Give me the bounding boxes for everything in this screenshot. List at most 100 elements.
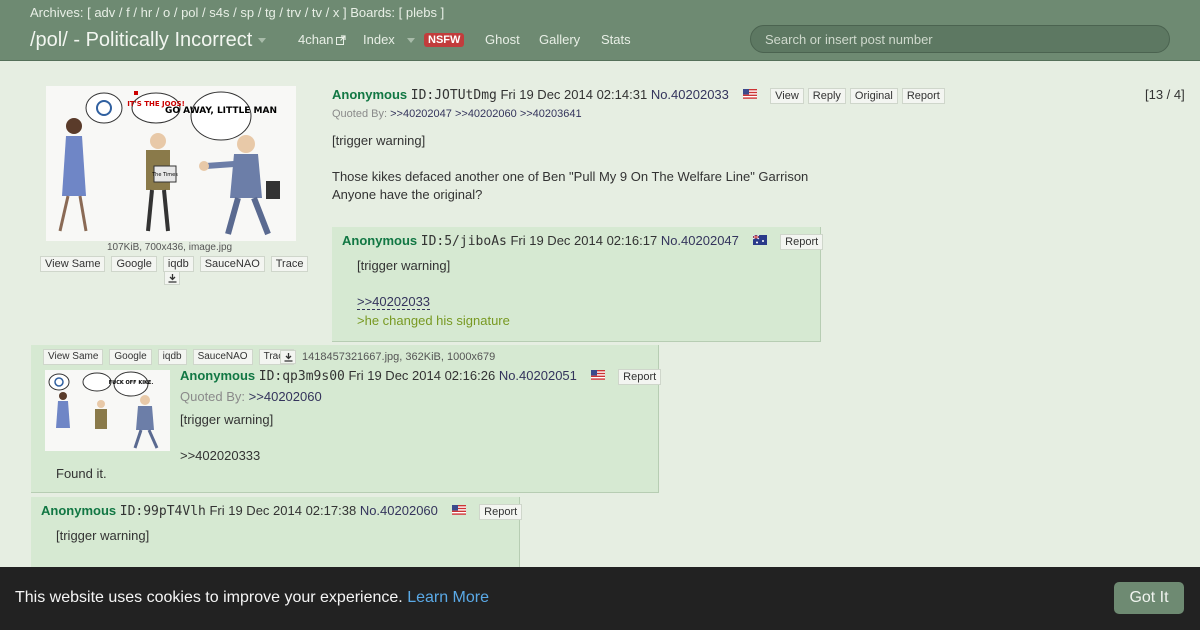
op-image-buttons: View Same Google iqdb SauceNAO Trace: [40, 256, 314, 272]
quote-link[interactable]: >>40202033: [357, 294, 431, 310]
report-button[interactable]: Report: [479, 504, 523, 520]
original-button[interactable]: Original: [849, 88, 898, 104]
reply-quoted-by: Quoted By: >>40202060: [180, 389, 322, 404]
nav-4chan-label: 4chan: [298, 32, 334, 47]
view-button[interactable]: View: [770, 88, 804, 104]
op-post-header: Anonymous ID:JOTUtDmg Fri 19 Dec 2014 02…: [332, 87, 945, 104]
reply-image[interactable]: FUCK OFF KIKE.: [45, 370, 170, 451]
poster-id[interactable]: ID:5/jiboAs: [421, 234, 507, 249]
archive-link-adv[interactable]: adv: [94, 5, 115, 20]
saucenao-button[interactable]: SauceNAO: [192, 349, 253, 365]
message-line: >>40202033: [357, 293, 431, 311]
reply-header: Anonymous ID:99pT4Vlh Fri 19 Dec 2014 02…: [41, 503, 523, 520]
poster-id[interactable]: ID:99pT4Vlh: [120, 504, 206, 519]
us-flag-icon: [590, 370, 605, 380]
newspaper-text: The Times: [151, 172, 178, 178]
chevron-down-icon: [258, 38, 267, 44]
archive-link-f[interactable]: f: [126, 5, 130, 20]
post-number[interactable]: No.40202047: [661, 233, 739, 248]
saucenao-button[interactable]: SauceNAO: [199, 256, 265, 272]
nav-gallery[interactable]: Gallery: [539, 32, 580, 47]
external-link-icon: [336, 35, 347, 45]
download-icon: [168, 274, 177, 283]
reply-comic-image: FUCK OFF KIKE.: [45, 370, 170, 451]
sign-text: GO AWAY, LITTLE MAN: [165, 106, 277, 116]
archive-link-trv[interactable]: trv: [287, 5, 301, 20]
archive-link-o[interactable]: o: [163, 5, 170, 20]
quoted-by-label: Quoted By:: [332, 108, 388, 120]
archive-link-x[interactable]: x: [333, 5, 340, 20]
view-same-button[interactable]: View Same: [40, 256, 106, 272]
quoted-by-link[interactable]: >>40202047: [390, 108, 452, 120]
archive-link-tv[interactable]: tv: [312, 5, 322, 20]
iqdb-button[interactable]: iqdb: [162, 256, 194, 272]
google-search-button[interactable]: Google: [109, 349, 152, 365]
archive-link-hr[interactable]: hr: [141, 5, 153, 20]
trace-button[interactable]: Trace: [270, 256, 309, 272]
op-quoted-by: Quoted By: >>40202047 >>40202060 >>40203…: [332, 108, 582, 120]
nav-index-label: Index: [363, 32, 395, 47]
reply-header: Anonymous ID:qp3m9s00 Fri 19 Dec 2014 02…: [180, 368, 662, 385]
post-number[interactable]: No.40202051: [499, 368, 577, 383]
archive-link-pol[interactable]: pol: [181, 5, 198, 20]
bubble-text: FUCK OFF KIKE.: [109, 380, 154, 386]
post-date: Fri 19 Dec 2014 02:17:38: [209, 503, 357, 518]
reply-header: Anonymous ID:5/jiboAs Fri 19 Dec 2014 02…: [342, 233, 824, 250]
reply-button[interactable]: Reply: [807, 88, 846, 104]
iqdb-button[interactable]: iqdb: [157, 349, 187, 365]
reply-post: Anonymous ID:5/jiboAs Fri 19 Dec 2014 02…: [332, 227, 824, 342]
download-icon: [284, 353, 293, 362]
archive-link-sp[interactable]: sp: [240, 5, 254, 20]
message-line: Those kikes defaced another one of Ben "…: [332, 169, 809, 184]
archives-label: Archives: [: [30, 5, 91, 20]
report-button[interactable]: Report: [618, 369, 662, 385]
archive-link-s4s[interactable]: s4s: [209, 5, 229, 20]
reply-image-counter: [13 / 4]: [1145, 87, 1185, 102]
op-image-meta: 107KiB, 700x436, image.jpg: [107, 242, 233, 253]
chevron-down-icon: [406, 38, 415, 44]
got-it-button[interactable]: Got It: [1114, 582, 1184, 614]
quoted-by-link[interactable]: >>40202060: [455, 108, 517, 120]
post-date: Fri 19 Dec 2014 02:16:26: [348, 368, 496, 383]
download-button[interactable]: [280, 350, 296, 364]
post-number[interactable]: No.40202060: [360, 503, 438, 518]
poster-id[interactable]: ID:qp3m9s00: [259, 369, 345, 384]
boards-suffix: ]: [440, 5, 445, 20]
reply-post: View Same Google iqdb SauceNAO Trace 1418457…: [31, 345, 662, 493]
nav-stats[interactable]: Stats: [601, 32, 631, 47]
report-button[interactable]: Report: [901, 88, 945, 104]
view-same-button[interactable]: View Same: [43, 349, 104, 365]
search-input[interactable]: [750, 25, 1170, 53]
download-button[interactable]: [164, 271, 180, 285]
quoted-by-link[interactable]: >>40202060: [249, 389, 322, 404]
message-line: [trigger warning]: [332, 133, 426, 148]
report-button[interactable]: Report: [780, 234, 824, 250]
cookie-text: This website uses cookies to improve you…: [15, 589, 403, 606]
quoted-by-link[interactable]: >>40203641: [520, 108, 582, 120]
board-title[interactable]: /pol/ - Politically Incorrect: [30, 29, 267, 52]
google-search-button[interactable]: Google: [111, 256, 157, 272]
message-line: [trigger warning]: [56, 528, 150, 543]
reply-image-buttons: View Same Google iqdb SauceNAO Trace: [43, 349, 300, 365]
op-image[interactable]: IT'S THE JOOS! The Times GO AWAY, LITTLE…: [46, 86, 296, 241]
boards-link-plebs[interactable]: plebs: [406, 5, 437, 20]
message-line: Anyone have the original?: [332, 187, 483, 202]
archive-link-tg[interactable]: tg: [265, 5, 276, 20]
nav-ghost[interactable]: Ghost: [485, 32, 520, 47]
quoted-by-label: Quoted By:: [180, 389, 246, 404]
post-number[interactable]: No.40202033: [651, 87, 729, 102]
op-message: [trigger warning] Those kikes defaced an…: [332, 132, 832, 204]
cookie-message: This website uses cookies to improve you…: [15, 589, 489, 607]
message-line: [trigger warning]: [357, 258, 451, 273]
learn-more-link[interactable]: Learn More: [407, 589, 489, 606]
poster-id[interactable]: ID:JOTUtDmg: [411, 88, 497, 103]
nav-4chan[interactable]: 4chan: [298, 32, 347, 47]
op-comic-image: IT'S THE JOOS! The Times GO AWAY, LITTLE…: [46, 86, 296, 241]
poster-name: Anonymous: [342, 233, 418, 248]
poster-name: Anonymous: [180, 368, 256, 383]
nav-index[interactable]: Index: [363, 32, 415, 47]
post-date: Fri 19 Dec 2014 02:14:31: [500, 87, 648, 102]
reply-file-meta: 1418457321667.jpg, 362KiB, 1000x679: [302, 351, 496, 363]
board-title-text: /pol/ - Politically Incorrect: [30, 29, 253, 51]
cookie-banner: This website uses cookies to improve you…: [0, 567, 1200, 630]
